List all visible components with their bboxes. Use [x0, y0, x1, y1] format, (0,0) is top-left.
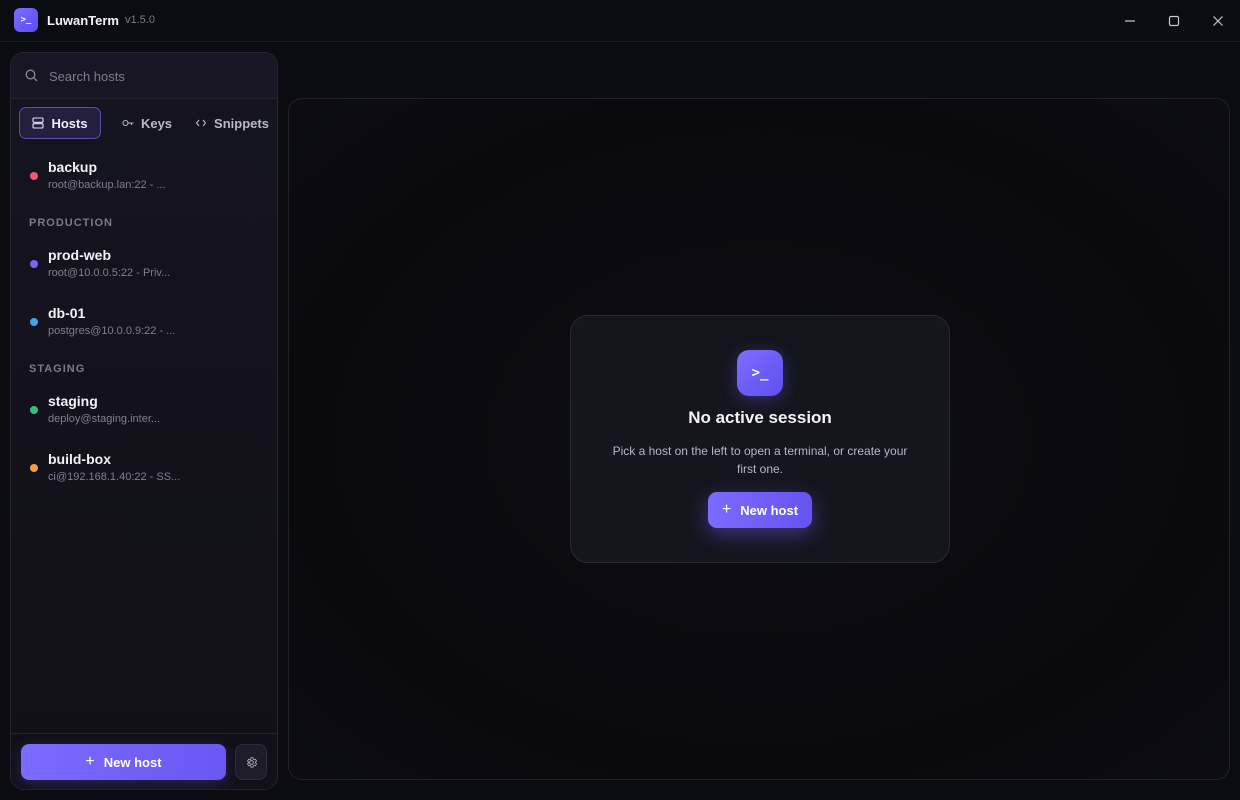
tab-snippets[interactable]: Snippets: [191, 107, 273, 139]
terminal-icon: >_: [737, 350, 783, 396]
host-name: db-01: [48, 305, 86, 321]
app-logo: >_: [14, 8, 38, 32]
close-button[interactable]: [1206, 9, 1230, 33]
minimize-icon: [1125, 20, 1135, 22]
host-status-dot: [30, 406, 38, 414]
empty-state-card: >_ No active session Pick a host on the …: [570, 315, 950, 563]
host-name: prod-web: [48, 247, 111, 263]
session-area: >_ No active session Pick a host on the …: [288, 98, 1230, 780]
empty-state-title: No active session: [688, 408, 832, 427]
gear-icon: [246, 756, 257, 768]
host-status-dot: [30, 464, 38, 472]
host-item-db-01[interactable]: db-01 postgres@10.0.0.9:22 - ...: [11, 299, 277, 349]
minimize-button[interactable]: [1118, 9, 1142, 33]
host-item-build-box[interactable]: build-box ci@192.168.1.40:22 - SS...: [11, 445, 277, 495]
host-detail: postgres@10.0.0.9:22 - ...: [48, 325, 176, 337]
empty-state-new-host-button[interactable]: + New host: [708, 492, 812, 528]
host-name: backup: [48, 159, 98, 175]
host-status-dot: [30, 260, 38, 268]
host-status-dot: [30, 172, 38, 180]
host-list: backup root@backup.lan:22 - ... PRODUCTI…: [11, 153, 277, 495]
app-version: v1.5.0: [125, 14, 155, 26]
title-bar: >_ LuwanTerm v1.5.0: [0, 0, 1240, 42]
close-icon: [1213, 16, 1223, 26]
empty-state-description: Pick a host on the left to open a termin…: [612, 444, 908, 476]
host-status-dot: [30, 318, 38, 326]
search-bar: [11, 53, 277, 99]
tab-keys-label: Keys: [140, 115, 173, 131]
app-name: LuwanTerm: [47, 13, 119, 28]
host-item-prod-web[interactable]: prod-web root@10.0.0.5:22 - Priv...: [11, 241, 277, 291]
code-icon: [195, 119, 207, 127]
empty-state-new-host-label: New host: [740, 502, 799, 518]
new-host-label: New host: [103, 754, 162, 770]
tab-hosts-label: Hosts: [51, 115, 88, 131]
maximize-button[interactable]: [1162, 9, 1186, 33]
host-detail: ci@192.168.1.40:22 - SS...: [48, 471, 181, 483]
search-input[interactable]: [49, 65, 269, 87]
sidebar-tabs: Hosts Keys Snippets: [19, 107, 269, 139]
server-icon: [32, 117, 44, 129]
new-host-button[interactable]: + New host: [21, 744, 226, 780]
sidebar: Hosts Keys Snippets backup root@backup.l…: [10, 52, 278, 790]
host-detail: deploy@staging.inter...: [48, 413, 161, 425]
tab-keys[interactable]: Keys: [115, 107, 179, 139]
settings-button[interactable]: [235, 744, 267, 780]
host-item-staging[interactable]: staging deploy@staging.inter...: [11, 387, 277, 437]
maximize-icon: [1168, 15, 1180, 27]
sidebar-footer: + New host: [11, 733, 277, 789]
host-detail: root@10.0.0.5:22 - Priv...: [48, 267, 171, 279]
key-icon: [122, 119, 134, 127]
plus-icon: +: [85, 753, 95, 770]
group-label-production: PRODUCTION: [29, 217, 113, 229]
group-label-staging: STAGING: [29, 363, 86, 375]
search-icon: [25, 69, 38, 82]
tab-snippets-label: Snippets: [214, 115, 269, 131]
plus-icon: +: [721, 501, 732, 518]
tab-hosts[interactable]: Hosts: [19, 107, 101, 139]
host-detail: root@backup.lan:22 - ...: [48, 179, 166, 191]
host-item-backup[interactable]: backup root@backup.lan:22 - ...: [11, 153, 277, 203]
host-name: staging: [48, 393, 98, 409]
host-name: build-box: [48, 451, 111, 467]
